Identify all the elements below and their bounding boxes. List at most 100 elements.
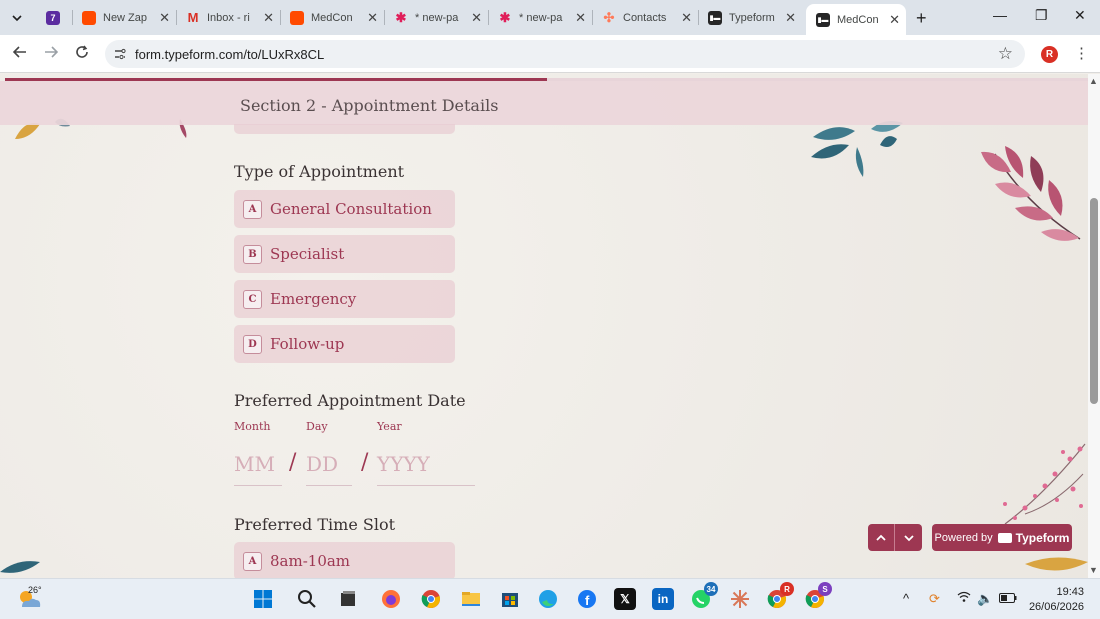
whatsapp-icon[interactable]: 34 <box>690 582 718 610</box>
microsoft-store-icon[interactable] <box>499 588 521 610</box>
minimize-button[interactable]: — <box>993 7 1007 23</box>
tab-1[interactable]: 7 <box>36 6 73 29</box>
profile-avatar[interactable]: R <box>1041 46 1058 63</box>
bookmark-star-icon[interactable]: ☆ <box>998 44 1013 64</box>
chrome-profile-badge: S <box>818 582 832 596</box>
arrow-left-icon <box>12 46 26 58</box>
chrome-profile-r-icon[interactable]: R <box>766 582 794 610</box>
claude-icon[interactable] <box>729 588 751 610</box>
tab-title: MedCon <box>837 13 879 26</box>
windows-start-icon[interactable] <box>252 588 274 610</box>
gmail-icon: M <box>187 10 199 25</box>
preferred-date-label: Preferred Appointment Date <box>234 391 466 410</box>
close-icon[interactable]: ✕ <box>575 10 586 26</box>
close-icon[interactable]: ✕ <box>681 10 692 26</box>
question-navigation <box>868 524 922 551</box>
leaf-decoration-icon <box>981 146 1081 241</box>
year-label: Year <box>377 420 402 433</box>
browser-menu-icon[interactable]: ⋮ <box>1074 44 1089 62</box>
close-icon[interactable]: ✕ <box>889 12 900 28</box>
tab-new-zap[interactable]: New Zap ✕ <box>72 6 177 29</box>
leaf-decoration-icon <box>0 561 40 573</box>
close-icon[interactable]: ✕ <box>159 10 170 26</box>
typeform-brand-text: Typeform <box>1015 530 1070 545</box>
choice-8am-10am[interactable]: A 8am-10am <box>234 542 455 578</box>
edge-icon[interactable] <box>537 588 559 610</box>
tab-gmail-inbox[interactable]: M Inbox - ri ✕ <box>176 6 281 29</box>
next-question-button[interactable] <box>895 524 922 551</box>
close-icon[interactable]: ✕ <box>263 10 274 26</box>
tab-search-button[interactable] <box>6 7 28 29</box>
choice-emergency[interactable]: C Emergency <box>234 280 455 318</box>
scroll-up-icon[interactable]: ▲ <box>1089 76 1098 86</box>
typeform-page: Section 2 - Appointment Details Type of … <box>0 74 1088 578</box>
x-twitter-icon[interactable]: 𝕏 <box>614 588 636 610</box>
page-scrollbar[interactable]: ▲ ▼ <box>1088 74 1100 578</box>
month-input[interactable]: MM <box>234 450 282 486</box>
choice-follow-up[interactable]: D Follow-up <box>234 325 455 363</box>
previous-choice-partial[interactable] <box>234 124 455 134</box>
sync-icon[interactable]: ⟳ <box>929 591 940 607</box>
wifi-icon[interactable] <box>957 591 971 606</box>
day-input[interactable]: DD <box>306 450 352 486</box>
tab-slack-new-pa[interactable]: ✱ * new-pa ✕ <box>384 6 489 29</box>
restore-button[interactable]: ❐ <box>1035 7 1048 24</box>
chrome-profile-s-icon[interactable]: S <box>804 582 832 610</box>
linkedin-icon[interactable]: in <box>652 588 674 610</box>
time-slot-label: Preferred Time Slot <box>234 515 396 534</box>
facebook-icon[interactable]: f <box>576 588 598 610</box>
choice-specialist[interactable]: B Specialist <box>234 235 455 273</box>
chrome-icon[interactable] <box>420 588 442 610</box>
tab-typeform[interactable]: ▮▬ Typeform ✕ <box>698 6 802 29</box>
choice-label: Follow-up <box>270 335 345 353</box>
tab-title: MedCon <box>311 11 353 24</box>
choice-general-consultation[interactable]: A General Consultation <box>234 190 455 228</box>
powered-by-typeform-badge[interactable]: Powered by Typeform <box>932 524 1072 551</box>
previous-question-button[interactable] <box>868 524 895 551</box>
zapier-icon <box>290 10 304 25</box>
appointment-type-label: Type of Appointment <box>234 162 405 181</box>
choice-label: 8am-10am <box>270 552 351 570</box>
choice-key: A <box>243 551 262 571</box>
tab-slack-new-pa-2[interactable]: ✱ * new-pa ✕ <box>488 6 593 29</box>
leaf-decoration-icon <box>811 121 903 177</box>
close-icon[interactable]: ✕ <box>367 10 378 26</box>
url-text: form.typeform.com/to/LUxRx8CL <box>135 47 325 62</box>
close-icon[interactable]: ✕ <box>785 10 796 26</box>
typeform-icon: ▮▬ <box>708 10 722 25</box>
scroll-down-icon[interactable]: ▼ <box>1089 565 1098 575</box>
clock-time: 19:43 <box>1056 586 1084 598</box>
reload-button[interactable] <box>75 45 89 64</box>
site-info-icon[interactable] <box>113 47 127 61</box>
address-bar[interactable]: form.typeform.com/to/LUxRx8CL ☆ <box>105 40 1025 68</box>
weather-widget[interactable]: 26° <box>16 585 44 613</box>
browser-tab-strip: 7 New Zap ✕ M Inbox - ri ✕ MedCon ✕ ✱ * … <box>0 0 1100 35</box>
tab-medcon-active[interactable]: ▮▬ MedCon ✕ <box>806 4 906 35</box>
close-icon[interactable]: ✕ <box>471 10 482 26</box>
slack-icon: ✱ <box>499 9 511 25</box>
choice-label: General Consultation <box>270 200 432 218</box>
firefox-icon[interactable] <box>380 588 402 610</box>
zapier-icon <box>82 10 96 25</box>
search-icon[interactable] <box>296 588 318 610</box>
window-close-button[interactable]: ✕ <box>1074 7 1086 24</box>
scroll-thumb[interactable] <box>1090 198 1098 404</box>
show-hidden-icons-button[interactable]: ^ <box>903 591 909 606</box>
tab-title: * new-pa <box>415 11 459 24</box>
choice-label: Specialist <box>270 245 345 263</box>
forward-button[interactable] <box>44 45 59 64</box>
system-clock[interactable]: 19:43 26/06/2026 <box>1022 585 1084 615</box>
choice-label: Emergency <box>270 290 357 308</box>
tab-title: New Zap <box>103 11 148 24</box>
battery-icon[interactable] <box>999 591 1017 606</box>
task-view-icon[interactable] <box>337 588 359 610</box>
tab-medcon[interactable]: MedCon ✕ <box>280 6 385 29</box>
file-explorer-icon[interactable] <box>460 588 482 610</box>
hubspot-icon: ✣ <box>603 9 615 25</box>
tab-title: Inbox - ri <box>207 11 250 24</box>
volume-icon[interactable]: 🔈 <box>977 591 993 607</box>
back-button[interactable] <box>12 45 27 64</box>
tab-hubspot-contacts[interactable]: ✣ Contacts ✕ <box>592 6 699 29</box>
new-tab-button[interactable]: + <box>916 8 927 29</box>
year-input[interactable]: YYYY <box>377 450 475 486</box>
